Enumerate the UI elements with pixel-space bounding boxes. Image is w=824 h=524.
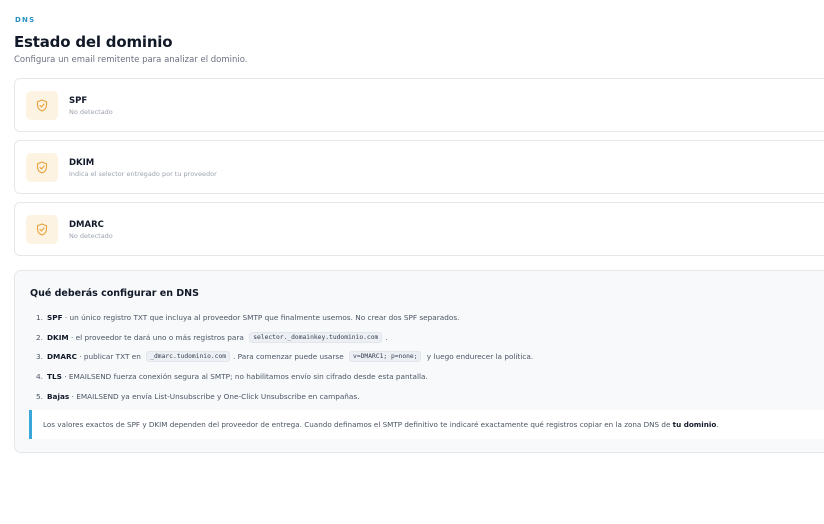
guide-step-unsubscribe: 5. Bajas · EMAILSEND ya envía List-Unsub… [36, 386, 533, 406]
step-number: 2. [36, 332, 43, 342]
step-number: 4. [36, 372, 43, 382]
record-name: DMARC [69, 220, 104, 230]
step-number: 3. [36, 352, 43, 362]
info-note: Los valores exactos de SPF y DKIM depend… [29, 410, 824, 439]
dmarc-host-code: _dmarc.tudominio.com [146, 351, 231, 363]
guide-step-dmarc: 3. DMARC · publicar TXT en _dmarc.tudomi… [36, 347, 533, 367]
record-card-spf: SPF No detectado [14, 78, 824, 132]
page-title: Estado del dominio [14, 33, 173, 51]
shield-check-icon [26, 215, 58, 244]
step-text: · publicar TXT en [76, 352, 144, 362]
step-label: DKIM [47, 332, 69, 342]
guide-steps: 1. SPF · un único registro TXT que inclu… [36, 308, 533, 406]
shield-check-icon [26, 153, 58, 182]
step-number: 5. [36, 391, 43, 401]
guide-step-spf: 1. SPF · un único registro TXT que inclu… [36, 308, 533, 328]
section-eyebrow: DNS [15, 16, 36, 24]
record-card-dmarc: DMARC No detectado [14, 202, 824, 256]
step-text: . Para comenzar puede usarse [233, 352, 347, 362]
dmarc-value-code: v=DMARC1; p=none; [349, 351, 422, 363]
step-text: y luego endurecer la política. [424, 352, 534, 362]
page-subtitle: Configura un email remitente para analiz… [14, 55, 248, 65]
step-text: · EMAILSEND fuerza conexión segura al SM… [61, 372, 428, 382]
dns-guide-panel: Qué deberás configurar en DNS 1. SPF · u… [14, 270, 824, 453]
step-label: DMARC [47, 352, 77, 362]
note-text: Los valores exactos de SPF y DKIM depend… [43, 420, 673, 429]
record-status: Indica el selector entregado por tu prov… [69, 170, 217, 178]
step-number: 1. [36, 313, 43, 323]
step-label: SPF [47, 313, 63, 323]
step-label: Bajas [47, 391, 70, 401]
guide-step-tls: 4. TLS · EMAILSEND fuerza conexión segur… [36, 367, 533, 387]
shield-check-icon [26, 91, 58, 120]
note-domain: tu dominio [672, 420, 717, 429]
record-name: DKIM [69, 158, 95, 168]
step-text: . [385, 332, 388, 342]
note-end: . [716, 420, 719, 429]
record-status: No detectado [69, 108, 113, 116]
guide-title: Qué deberás configurar en DNS [30, 288, 199, 299]
step-text: · un único registro TXT que incluya al p… [62, 313, 460, 323]
record-status: No detectado [69, 232, 113, 240]
guide-step-dkim: 2. DKIM · el proveedor te dará uno o más… [36, 328, 533, 348]
step-text: · el proveedor te dará uno o más registr… [68, 332, 247, 342]
record-name: SPF [69, 96, 88, 106]
step-text: · EMAILSEND ya envía List-Unsubscribe y … [69, 391, 360, 401]
record-card-dkim: DKIM Indica el selector entregado por tu… [14, 140, 824, 194]
step-label: TLS [47, 372, 62, 382]
dkim-record-code: selector._domainkey.tudominio.com [249, 331, 383, 343]
